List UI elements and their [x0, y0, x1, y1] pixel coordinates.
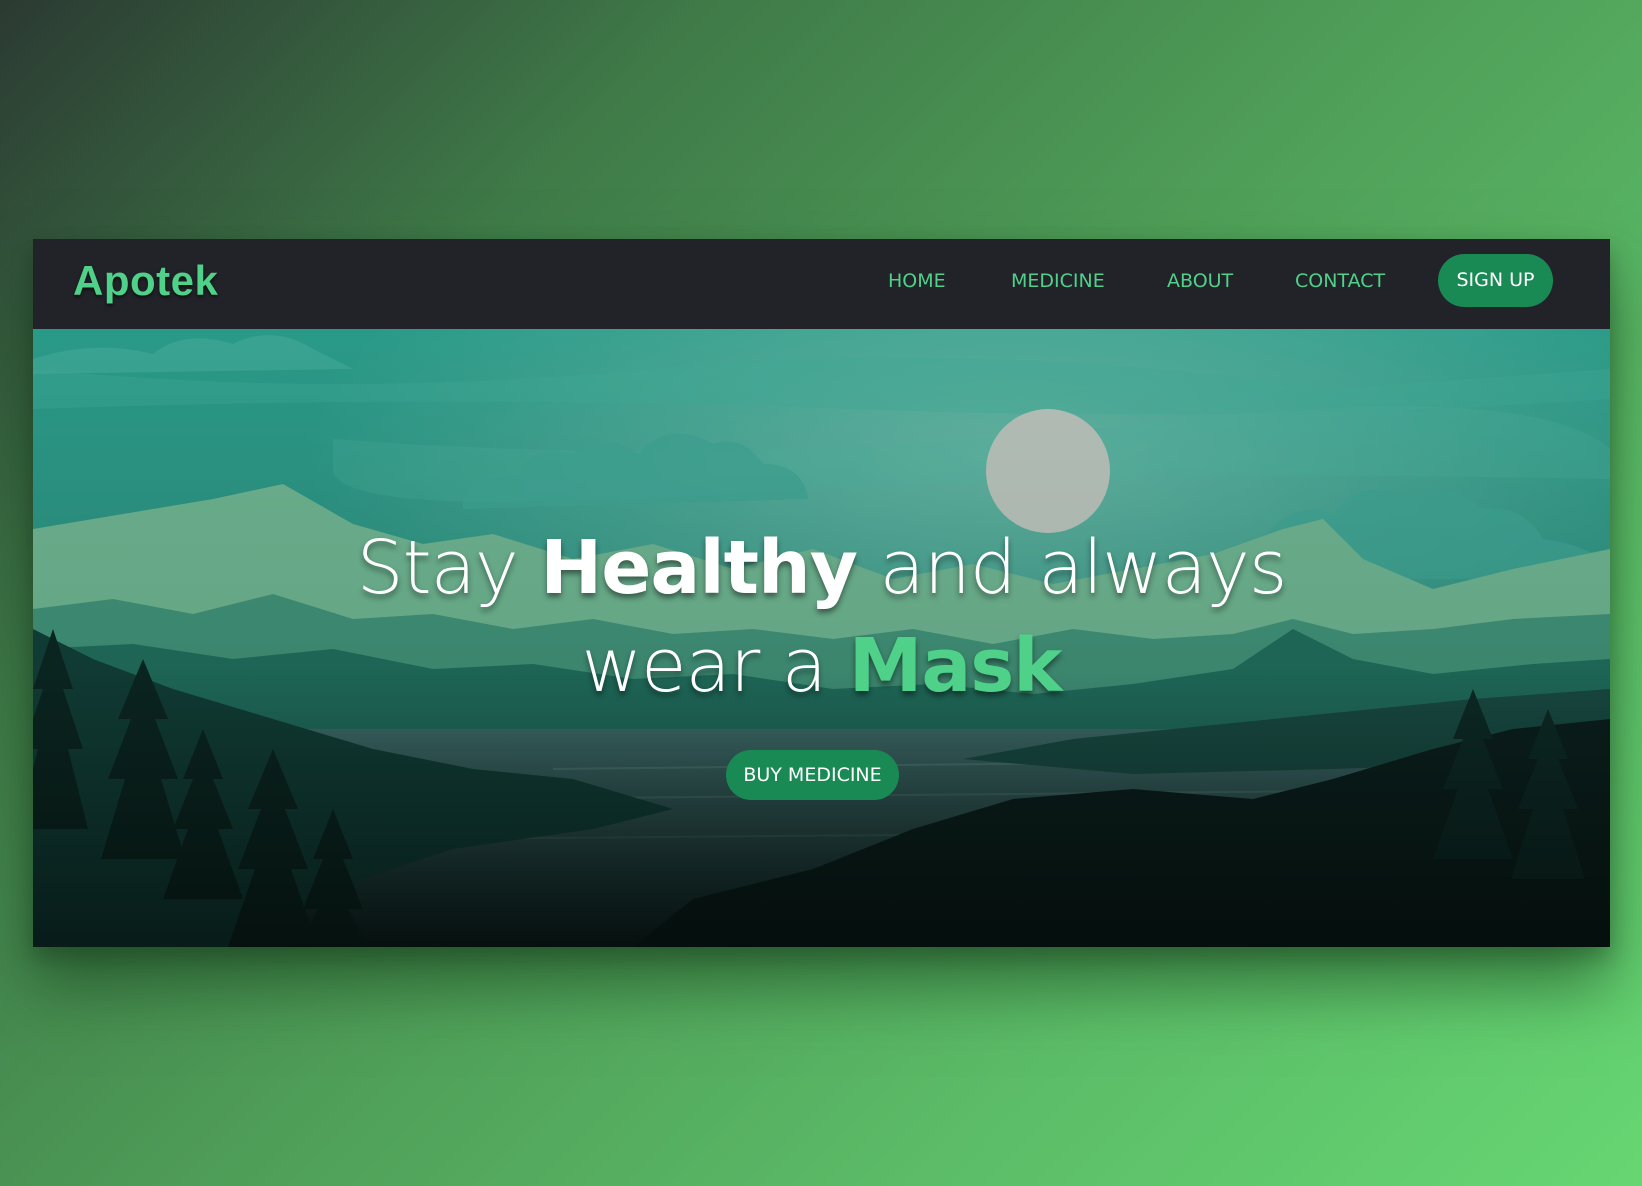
headline-word-stay: Stay — [356, 525, 519, 611]
headline-line-2: wear a Mask — [33, 617, 1610, 715]
headline-word-and-always: and always — [879, 525, 1288, 611]
headline-word-wear-a: wear a — [581, 623, 827, 709]
headline-word-healthy: Healthy — [540, 525, 858, 611]
headline-line-1: Stay Healthy and always — [33, 519, 1610, 617]
nav-contact[interactable]: CONTACT — [1295, 270, 1385, 292]
hero-headline: Stay Healthy and always wear a Mask — [33, 519, 1610, 715]
nav-home[interactable]: HOME — [888, 270, 946, 292]
nav-medicine[interactable]: MEDICINE — [1011, 270, 1105, 292]
navbar: Apotek HOME MEDICINE ABOUT CONTACT SIGN … — [33, 239, 1610, 329]
sign-up-button[interactable]: SIGN UP — [1438, 254, 1553, 307]
brand-logo[interactable]: Apotek — [73, 257, 218, 305]
buy-medicine-button[interactable]: BUY MEDICINE — [726, 750, 899, 800]
headline-word-mask: Mask — [848, 623, 1063, 709]
hero-section: Stay Healthy and always wear a Mask BUY … — [33, 329, 1610, 947]
browser-window: Apotek HOME MEDICINE ABOUT CONTACT SIGN … — [33, 239, 1610, 947]
nav-about[interactable]: ABOUT — [1167, 270, 1233, 292]
